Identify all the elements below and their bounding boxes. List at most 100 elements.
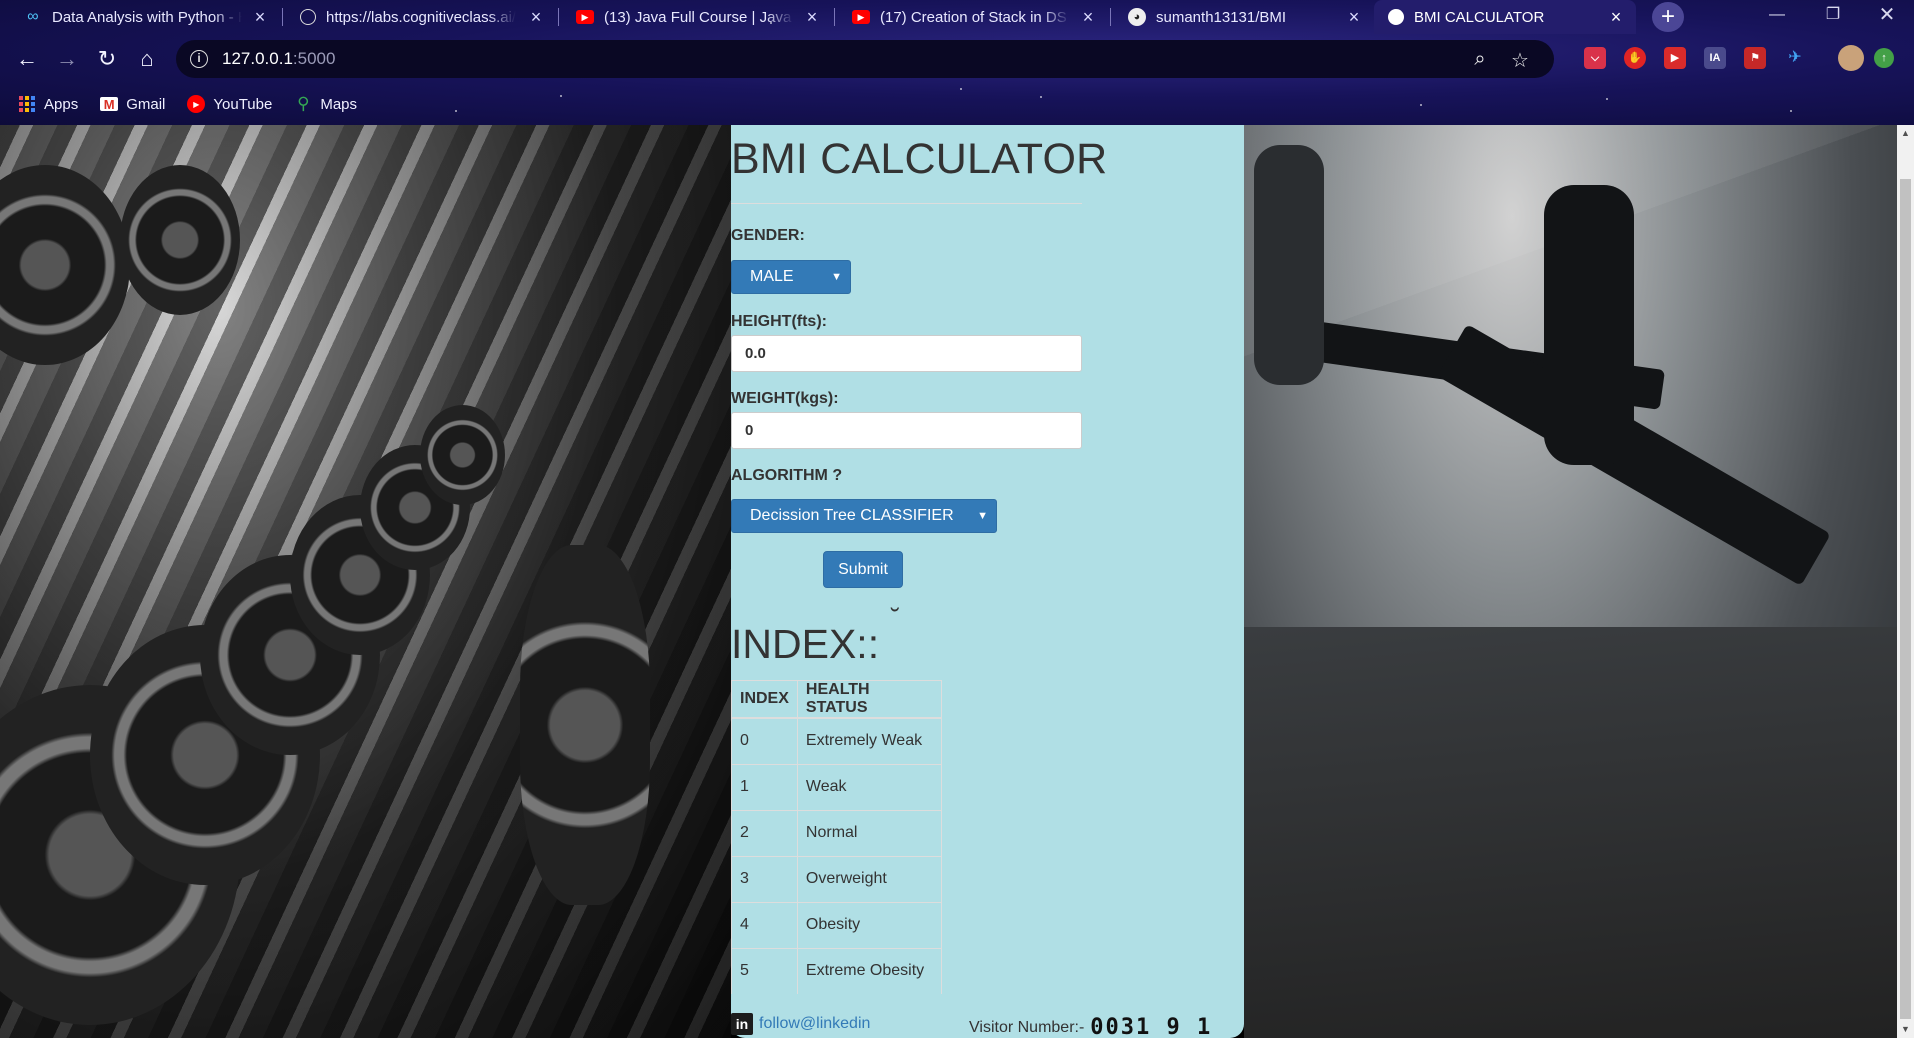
status-cell: Extremely Weak — [797, 717, 942, 764]
update-icon[interactable]: ↑ — [1874, 48, 1894, 68]
algorithm-select[interactable]: Decission Tree CLASSIFIER ▼ — [731, 499, 997, 533]
close-icon[interactable]: × — [1344, 7, 1364, 27]
tab-strip: ∞ Data Analysis with Python - H × https:… — [0, 0, 1914, 34]
reload-button[interactable]: ↻ — [92, 44, 122, 74]
linkedin-icon[interactable]: in — [731, 1013, 753, 1035]
flag-ext-icon[interactable]: ⚑ — [1744, 47, 1766, 69]
close-icon[interactable]: × — [1078, 7, 1098, 27]
chevron-down-icon: ▼ — [977, 510, 988, 522]
page-scrollbar[interactable]: ▲ ▼ — [1897, 125, 1914, 1038]
bookmark-label: Apps — [44, 95, 79, 113]
bookmarks-bar: Apps M Gmail ▶ YouTube ⚲ Maps — [0, 86, 1914, 122]
cognitiveclass-icon: ∞ — [27, 8, 39, 25]
minimize-button[interactable]: — — [1754, 0, 1800, 32]
table-row: 3 Overweight — [731, 855, 942, 902]
bookmark-youtube[interactable]: ▶ YouTube — [187, 95, 272, 113]
status-cell: Normal — [797, 809, 942, 856]
result-mark: ˘ — [891, 603, 900, 633]
height-input[interactable]: 0.0 — [731, 335, 1082, 372]
profile-avatar[interactable] — [1838, 45, 1864, 71]
index-cell: 3 — [731, 855, 798, 902]
algorithm-select-value: Decission Tree CLASSIFIER — [750, 507, 954, 524]
status-cell: Weak — [797, 763, 942, 810]
tab-bmi-calculator[interactable]: BMI CALCULATOR × — [1374, 0, 1636, 34]
gym-dumbbells-image — [0, 125, 731, 1038]
close-icon[interactable]: × — [802, 7, 822, 27]
result-heading: INDEX:: — [731, 621, 880, 667]
table-row: 4 Obesity — [731, 901, 942, 948]
address-bar[interactable]: i 127.0.0.1 :5000 ⌕ ☆ — [176, 40, 1554, 78]
tab-data-analysis[interactable]: ∞ Data Analysis with Python - H × — [10, 0, 280, 34]
bird-ext-icon[interactable]: ✈ — [1784, 47, 1806, 69]
bookmark-label: Maps — [320, 95, 358, 113]
bookmark-gmail[interactable]: M Gmail — [100, 96, 165, 113]
bmi-form-panel: BMI CALCULATOR GENDER: MALE ▼ HEIGHT(fts… — [731, 125, 1244, 1038]
status-cell: Obesity — [797, 901, 942, 948]
close-icon[interactable]: × — [526, 7, 546, 27]
close-window-button[interactable]: ✕ — [1864, 0, 1910, 32]
url-port: :5000 — [292, 49, 336, 68]
scroll-up-icon[interactable]: ▲ — [1897, 125, 1914, 142]
close-icon[interactable]: × — [1606, 7, 1626, 27]
gender-label: GENDER: — [731, 227, 805, 244]
health-status-table: INDEX HEALTH STATUS 0 Extremely Weak 1 W… — [731, 680, 942, 994]
adblock-icon[interactable]: ✋ — [1624, 47, 1646, 69]
scroll-down-icon[interactable]: ▼ — [1897, 1021, 1914, 1038]
table-row: 5 Extreme Obesity — [731, 947, 942, 994]
maps-pin-icon: ⚲ — [297, 94, 310, 113]
table-header-row: INDEX HEALTH STATUS — [731, 680, 942, 719]
url-host: 127.0.0.1 — [222, 49, 293, 68]
table-row: 2 Normal — [731, 809, 942, 856]
new-tab-button[interactable]: + — [1652, 2, 1684, 32]
github-icon: ◕ — [1128, 8, 1146, 26]
index-cell: 4 — [731, 901, 798, 948]
linkedin-follow: in follow@linkedin — [731, 1013, 870, 1035]
tab-label: BMI CALCULATOR — [1414, 8, 1545, 26]
table-row: 1 Weak — [731, 763, 942, 810]
bookmark-apps[interactable]: Apps — [18, 95, 78, 113]
browser-toolbar: ← → ↻ ⌂ i 127.0.0.1 :5000 ⌕ ☆ ⌵ ✋ ▶ IA ⚑… — [0, 34, 1914, 86]
gender-select-value: MALE — [750, 268, 794, 285]
title-divider — [731, 203, 1082, 204]
globe-icon — [300, 9, 316, 25]
apps-grid-icon — [18, 95, 36, 113]
weight-label: WEIGHT(kgs): — [731, 390, 839, 407]
tab-stack-ds[interactable]: ▶ (17) Creation of Stack in DS | × — [838, 0, 1108, 34]
status-cell: Extreme Obesity — [797, 947, 942, 994]
index-cell: 0 — [731, 717, 798, 764]
page-viewport: ▲ ▼ BMI CALCULATOR GENDER: MALE ▼ HEIGHT… — [0, 125, 1914, 1038]
visitor-count-value: 0031 9 1 — [1090, 1015, 1213, 1038]
restore-button[interactable]: ❐ — [1810, 0, 1856, 32]
scrollbar-thumb[interactable] — [1900, 179, 1911, 1019]
visitor-counter: Visitor Number:- 0031 9 1 — [969, 1015, 1212, 1038]
tab-github-bmi[interactable]: ◕ sumanth13131/BMI × — [1114, 0, 1374, 34]
tab-cognitiveclass-labs[interactable]: https://labs.cognitiveclass.ai/ × — [286, 0, 556, 34]
column-header-health-status: HEALTH STATUS — [797, 680, 942, 719]
tab-label: sumanth13131/BMI — [1156, 8, 1287, 26]
tab-java-course[interactable]: ▶ (13) Java Full Course | Java Tu × — [562, 0, 832, 34]
bookmark-label: Gmail — [126, 95, 166, 113]
browser-chrome: ∞ Data Analysis with Python - H × https:… — [0, 0, 1914, 125]
gender-select[interactable]: MALE ▼ — [731, 260, 851, 294]
page-title: BMI CALCULATOR — [731, 135, 1108, 183]
zoom-icon[interactable]: ⌕ — [1468, 48, 1492, 71]
index-cell: 2 — [731, 809, 798, 856]
close-icon[interactable]: × — [250, 7, 270, 27]
forward-button[interactable]: → — [52, 44, 82, 74]
gmail-icon: M — [100, 97, 119, 112]
weight-input[interactable]: 0 — [731, 412, 1082, 449]
bookmark-star-icon[interactable]: ☆ — [1508, 48, 1532, 73]
tab-label: (17) Creation of Stack in DS | — [880, 8, 1070, 26]
tab-label: Data Analysis with Python - H — [52, 8, 242, 26]
pocket-icon[interactable]: ⌵ — [1584, 47, 1606, 69]
tab-label: https://labs.cognitiveclass.ai/ — [326, 8, 516, 26]
linkedin-link[interactable]: follow@linkedin — [759, 1015, 870, 1033]
submit-button[interactable]: Submit — [823, 551, 903, 588]
gym-floor-image — [1244, 125, 1914, 1038]
bookmark-maps[interactable]: ⚲ Maps — [294, 94, 358, 113]
ia-icon[interactable]: IA — [1704, 47, 1726, 69]
home-button[interactable]: ⌂ — [132, 44, 162, 74]
site-info-icon[interactable]: i — [190, 50, 208, 68]
youtube-ext-icon[interactable]: ▶ — [1664, 47, 1686, 69]
back-button[interactable]: ← — [12, 44, 42, 74]
